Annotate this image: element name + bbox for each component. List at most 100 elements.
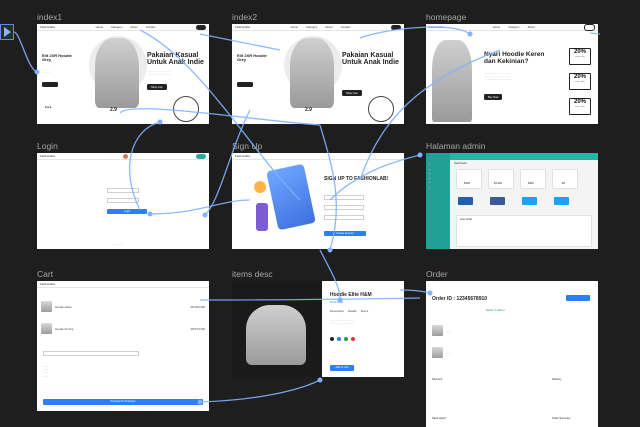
- frame-label-index2[interactable]: index2: [232, 12, 257, 22]
- rotating-badge: [173, 96, 199, 122]
- frame-admin[interactable]: ▪ ▪ ▪ ▪ ▪ ▪ Dashboard $328 $4,330 $446 $…: [426, 153, 598, 249]
- nav-contact[interactable]: Contact: [341, 25, 351, 29]
- frame-order[interactable]: Order ID : 12345678910 Ready to deliver …: [426, 281, 598, 427]
- voucher-field[interactable]: [43, 351, 139, 356]
- person-illustration: [256, 203, 268, 231]
- avatar[interactable]: [122, 153, 128, 159]
- frame-label-index1[interactable]: index1: [37, 12, 62, 22]
- nav-home[interactable]: Home: [96, 25, 103, 29]
- delivery-label: Delivery: [552, 378, 562, 381]
- name-field[interactable]: [324, 195, 364, 200]
- order-status: Ready to deliver: [486, 309, 505, 312]
- frame-label-login[interactable]: Login: [37, 141, 58, 151]
- nav-pill[interactable]: [195, 24, 206, 30]
- frame-cart[interactable]: Fashionlabs Hoodie Hitam RP.250,000 Hoodi…: [37, 281, 209, 411]
- cart-row: Hoodie Hitam RP.250,000: [41, 301, 205, 312]
- frame-label-admin[interactable]: Halaman admin: [426, 141, 486, 151]
- brand-logo: Fashionlabs: [429, 25, 445, 29]
- frame-index2[interactable]: Fashionlabs Home Category About Contact Elit…: [232, 24, 404, 124]
- rotating-badge: [368, 96, 394, 122]
- password-field[interactable]: [107, 198, 139, 203]
- admin-sidebar: ▪ ▪ ▪ ▪ ▪ ▪: [426, 153, 450, 249]
- help-label: Need Help?: [432, 417, 446, 420]
- signup-heading: SIGN UP TO FASHIONLAB!: [324, 176, 389, 182]
- stat-value: 2.9: [110, 107, 117, 113]
- product-price: $1,010,000: [330, 301, 343, 304]
- password-field[interactable]: [324, 215, 364, 220]
- hoodie-image: [290, 38, 334, 108]
- login-pill[interactable]: [583, 24, 595, 31]
- cart-row: Hoodie Kuning RP.670,000: [41, 323, 205, 334]
- buy-now-button[interactable]: Buy Now: [484, 94, 503, 100]
- admin-stat-card: $0: [552, 169, 578, 189]
- product-photo: [232, 281, 322, 377]
- offer-badge-3: 20% more offer: [569, 98, 591, 115]
- play-icon: [3, 27, 11, 37]
- stat-value: 2.9: [305, 107, 312, 113]
- frame-label-homepage[interactable]: homepage: [426, 12, 466, 22]
- hoodie-image: [95, 38, 139, 108]
- nav-home[interactable]: Home: [493, 25, 500, 29]
- hero-small-button[interactable]: [42, 82, 58, 87]
- nav-category[interactable]: Category: [508, 25, 519, 29]
- product-title: Hoodie Elite H&M: [330, 292, 372, 298]
- frame-label-signup[interactable]: Sign Up: [232, 141, 262, 151]
- product-name-small: Elit 2XR Hoodie Grey: [237, 53, 267, 63]
- username-field[interactable]: [107, 188, 139, 193]
- checkout-button[interactable]: Proceed To Checkout: [43, 399, 203, 405]
- hero-small-button[interactable]: [237, 82, 253, 87]
- register-pill[interactable]: [195, 153, 206, 159]
- summary-label: Order Summary: [552, 417, 571, 420]
- nav-category[interactable]: Category: [306, 25, 317, 29]
- present-button[interactable]: [0, 24, 14, 40]
- frame-index1[interactable]: Fashionlabs Home Category About Contact Elit…: [37, 24, 209, 124]
- order-item: .......: [432, 325, 592, 336]
- nav-home[interactable]: Home: [291, 25, 298, 29]
- nav-pill[interactable]: [390, 24, 401, 30]
- product-tabs[interactable]: Description Details Specs: [330, 309, 368, 313]
- model-photo: [432, 40, 472, 122]
- email-field[interactable]: [324, 205, 364, 210]
- login-button[interactable]: Login: [107, 209, 147, 214]
- nav-about[interactable]: About: [130, 25, 137, 29]
- hero-heading: Pakaian Kasual Untuk Anak Indie: [342, 52, 399, 67]
- order-item: .......: [432, 347, 592, 358]
- frame-label-order[interactable]: Order: [426, 269, 448, 279]
- frame-signup[interactable]: Fashionlabs SIGN UP TO FASHIONLAB! Creat…: [232, 153, 404, 249]
- product-name-small: Elit 2XR Hoodie Grey: [42, 53, 72, 63]
- social-tile: [458, 197, 473, 205]
- hero-heading: Pakaian Kasual Untuk Anak Indie: [147, 52, 204, 67]
- offer-badge-2: 20% more offer: [569, 73, 591, 90]
- admin-title: Dashboard: [454, 162, 467, 165]
- frame-label-cart[interactable]: Cart: [37, 269, 53, 279]
- payment-label: Payment: [432, 378, 443, 381]
- shop-now-button[interactable]: Shop now: [342, 90, 362, 96]
- nav-category[interactable]: Category: [111, 25, 122, 29]
- color-swatches[interactable]: [330, 337, 355, 341]
- admin-stat-card: $446: [520, 169, 546, 189]
- phone-illustration: [266, 163, 316, 231]
- brand-logo: Fashionlabs: [40, 282, 56, 286]
- nav-contact[interactable]: Contact: [146, 25, 156, 29]
- lock-icon: [254, 181, 266, 193]
- nav-about[interactable]: About: [325, 25, 332, 29]
- order-id: Order ID : 12345678910: [432, 296, 488, 302]
- homepage-heading: Nyari Hoodie Keren dan Kekinian?: [484, 51, 545, 65]
- admin-stat-card: $4,330: [488, 169, 514, 189]
- offer-badge-1: 20% more offer: [569, 48, 591, 65]
- admin-stat-card: $328: [456, 169, 482, 189]
- brand-logo: Fashionlabs: [40, 154, 56, 158]
- frame-items-desc[interactable]: Hoodie Elite H&M $1,010,000 Description D…: [232, 281, 404, 377]
- add-to-cart-button[interactable]: Add to Cart: [330, 365, 354, 371]
- social-tile: [522, 197, 537, 205]
- track-order-button[interactable]: [566, 295, 590, 301]
- frame-homepage[interactable]: Fashionlabs Home Category About Nyari Hoodi…: [426, 24, 598, 124]
- frame-label-items[interactable]: items desc: [232, 269, 273, 279]
- sidebar-item[interactable]: ▪: [426, 186, 450, 191]
- frame-login[interactable]: Fashionlabs Login .................: [37, 153, 209, 249]
- shop-now-button[interactable]: Shop now: [147, 84, 167, 90]
- brand-logo: Fashionlabs: [40, 25, 56, 29]
- brand-logo: Fashionlabs: [235, 25, 251, 29]
- create-account-button[interactable]: Create account: [324, 231, 366, 236]
- nav-about[interactable]: About: [528, 25, 535, 29]
